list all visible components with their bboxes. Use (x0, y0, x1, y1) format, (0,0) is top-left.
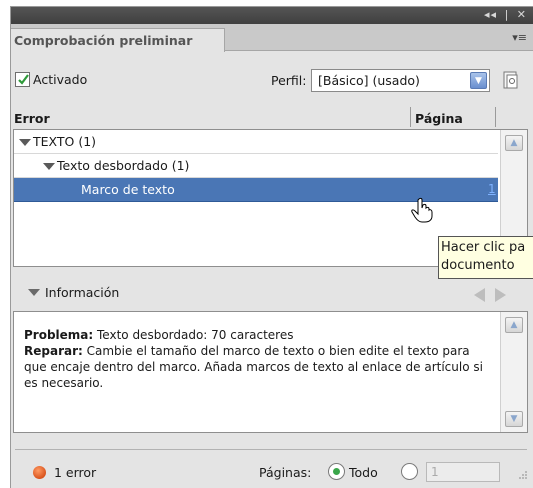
scroll-down-icon[interactable]: ▼ (505, 411, 523, 427)
column-divider (410, 107, 411, 127)
close-icon[interactable]: ✕ (517, 8, 527, 21)
tree-row-label: Marco de texto (81, 182, 175, 197)
panel-menu-icon[interactable]: ▾≡ (512, 31, 527, 44)
next-arrow-icon[interactable] (495, 288, 506, 302)
info-heading[interactable]: Información (45, 285, 119, 300)
problem-label: Problema: (24, 328, 94, 342)
info-toggle-icon[interactable] (28, 289, 40, 296)
hand-cursor-icon (411, 197, 433, 223)
divider (15, 449, 527, 450)
tab-row: Comprobación preliminar ▾≡ (11, 24, 533, 52)
tree-row-label: TEXTO (1) (33, 134, 97, 149)
column-header-page[interactable]: Página (415, 111, 463, 126)
page-link[interactable]: 1 (488, 182, 496, 196)
info-box: Problema: Texto desbordado: 70 caractere… (13, 311, 528, 433)
resize-grip-icon[interactable] (517, 469, 527, 479)
tooltip-line: Hacer clic pa (441, 240, 526, 255)
scroll-up-icon[interactable]: ▲ (505, 317, 523, 333)
checkmark-icon (18, 74, 29, 85)
footer: 1 error Páginas: Todo 1 (11, 459, 533, 485)
preflight-panel: ◂◂ | ✕ Comprobación preliminar ▾≡ Activa… (10, 6, 533, 488)
tree-row[interactable]: Texto desbordado (1) (14, 154, 498, 178)
scroll-up-icon[interactable]: ▲ (505, 135, 523, 151)
tooltip: Hacer clic pa documento (438, 236, 533, 279)
fix-text: Cambie el tamaño del marco de texto o bi… (24, 344, 483, 390)
window-controls: ◂◂ | ✕ (481, 8, 527, 21)
page-range-input[interactable]: 1 (426, 462, 500, 482)
profile-select[interactable]: [Básico] (usado) ▼ (311, 69, 490, 92)
tree-row-label: Texto desbordado (1) (57, 158, 190, 173)
panel-titlebar: ◂◂ | ✕ (11, 7, 533, 24)
error-status-icon (33, 466, 46, 479)
options-row: Activado Perfil: [Básico] (usado) ▼ (15, 69, 533, 93)
define-profiles-icon[interactable] (502, 70, 520, 90)
column-header-error[interactable]: Error (14, 111, 50, 126)
separator-icon: | (504, 8, 510, 21)
fix-label: Reparar: (24, 344, 83, 358)
profile-value: [Básico] (usado) (318, 73, 420, 88)
enabled-checkbox[interactable] (15, 72, 30, 87)
chevron-down-icon[interactable]: ▼ (470, 72, 487, 89)
pages-label: Páginas: (259, 465, 312, 480)
enabled-label: Activado (33, 72, 88, 87)
problem-text: Texto desbordado: 70 caracteres (93, 328, 294, 342)
info-scrollbar[interactable]: ▲ ▼ (500, 312, 527, 432)
expand-triangle-icon[interactable] (19, 139, 31, 146)
tab-preflight[interactable]: Comprobación preliminar (11, 28, 225, 52)
error-count: 1 error (54, 465, 97, 480)
all-pages-radio[interactable] (328, 463, 345, 480)
page-range-radio[interactable] (401, 463, 418, 480)
all-pages-label: Todo (349, 465, 378, 480)
profile-label: Perfil: (271, 73, 307, 88)
expand-triangle-icon[interactable] (43, 163, 55, 170)
collapse-icon[interactable]: ◂◂ (484, 8, 497, 21)
tree-row[interactable]: TEXTO (1) (14, 130, 498, 154)
column-divider (495, 107, 496, 127)
tooltip-line: documento (441, 258, 515, 273)
previous-arrow-icon[interactable] (474, 288, 485, 302)
info-body: Problema: Texto desbordado: 70 caractere… (24, 327, 494, 391)
